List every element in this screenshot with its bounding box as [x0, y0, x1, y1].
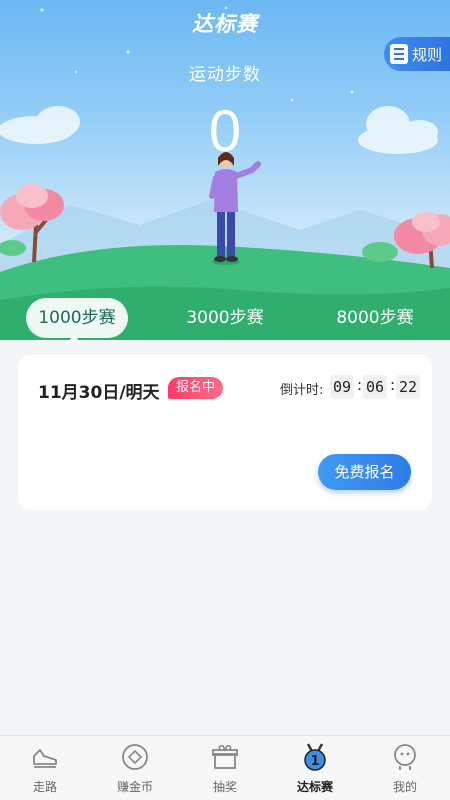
countdown-seconds: 22 [396, 375, 420, 399]
nav-label-challenge: 达标赛 [296, 780, 333, 794]
nav-item-walk[interactable]: 走路 [0, 736, 90, 800]
free-signup-button[interactable]: 免费报名 [318, 454, 411, 490]
race-tabs: 1000步赛 3000步赛 8000步赛 [0, 298, 450, 338]
tab-1000-steps[interactable]: 1000步赛 [26, 298, 128, 338]
steps-label: 运动步数 [189, 65, 261, 85]
hero-illustration [0, 6, 450, 340]
nav-label-lottery: 抽奖 [212, 780, 237, 794]
nav-item-profile[interactable]: 我的 [360, 736, 450, 800]
countdown-separator: : [390, 376, 396, 394]
coin-icon [122, 744, 148, 770]
nav-label-earn-coins: 赚金币 [116, 780, 153, 794]
tab-8000-steps[interactable]: 8000步赛 [324, 298, 426, 338]
page-title: 达标赛 [192, 12, 258, 36]
medal-icon: 1 [304, 743, 326, 771]
countdown-separator: : [357, 376, 363, 394]
shoe-icon [33, 749, 57, 768]
nav-label-walk: 走路 [32, 780, 57, 794]
steps-value: 0 [208, 99, 242, 164]
bottom-nav: 走路 赚金币 抽奖 1 达标赛 我的 [0, 735, 450, 800]
profile-icon [394, 744, 416, 770]
status-badge: 报名中 [168, 377, 224, 399]
race-date: 11月30日/明天 [38, 383, 160, 403]
gift-box-icon [212, 745, 238, 769]
race-card: 11月30日/明天 报名中 倒计时: 09 : 06 : 22 免费报名 [18, 355, 432, 510]
active-tab-pointer [66, 336, 82, 343]
nav-item-earn-coins[interactable]: 赚金币 [90, 736, 180, 800]
nav-item-challenge[interactable]: 1 达标赛 [270, 736, 360, 800]
countdown-minutes: 06 [363, 375, 387, 399]
nav-item-lottery[interactable]: 抽奖 [180, 736, 270, 800]
countdown-hours: 09 [330, 375, 354, 399]
tab-3000-steps[interactable]: 3000步赛 [174, 298, 276, 338]
medal-number: 1 [310, 754, 319, 769]
nav-label-profile: 我的 [392, 780, 417, 794]
hero-banner: 达标赛 规则 运动步数 0 [0, 0, 450, 340]
countdown-label: 倒计时: [280, 383, 324, 398]
